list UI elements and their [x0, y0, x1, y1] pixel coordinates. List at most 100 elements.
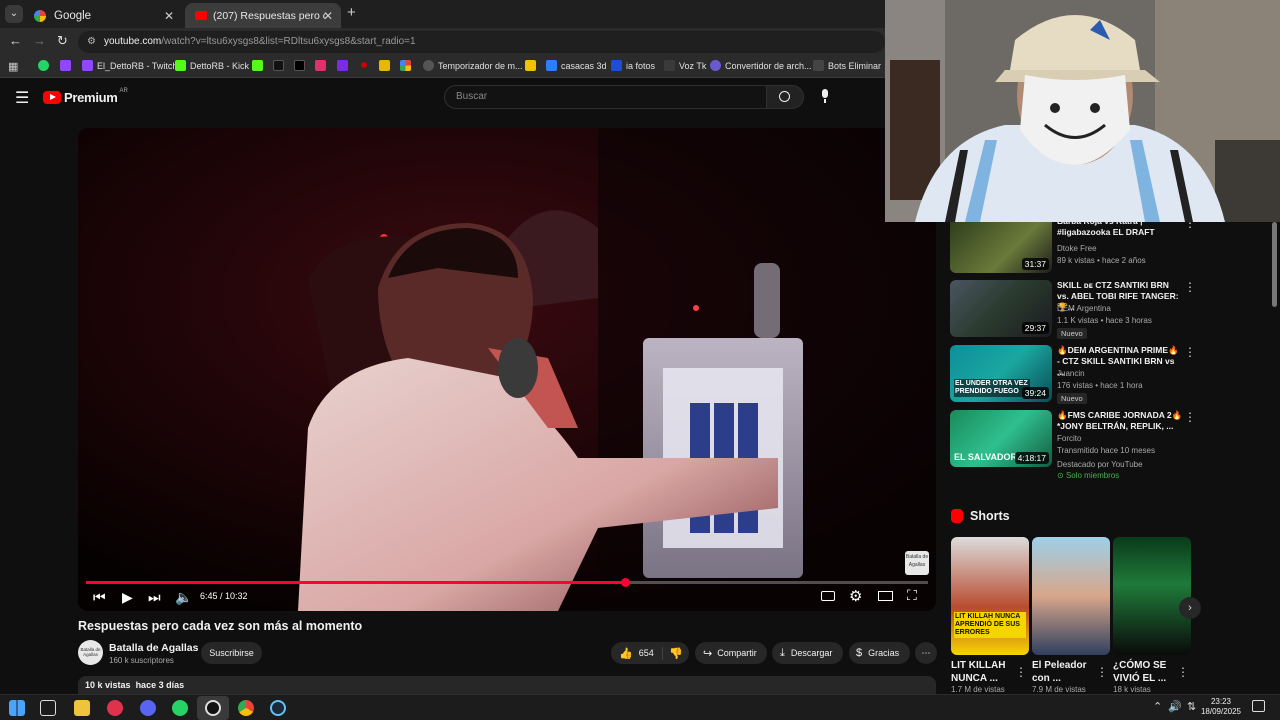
new-tab-button[interactable]: +: [347, 4, 356, 21]
subscribe-button[interactable]: Suscribirse: [201, 642, 262, 664]
clock-time: 23:23: [1210, 697, 1232, 706]
discord-icon[interactable]: [140, 700, 156, 716]
close-icon[interactable]: ✕: [164, 9, 174, 23]
channel-name[interactable]: Batalla de Agallas: [109, 642, 198, 654]
recommendation-item[interactable]: 29:37 SKILL ᴅᴇ CTZ SANTIKI BRN vs. ABEL …: [950, 280, 1200, 342]
more-options-icon[interactable]: ⋮: [1184, 280, 1196, 294]
x-bookmark-icon[interactable]: [294, 60, 305, 71]
volume-icon[interactable]: 🔈: [175, 589, 192, 606]
task-view-icon[interactable]: [40, 700, 56, 716]
channel-avatar[interactable]: Batalla de Agallas: [78, 640, 103, 665]
whatsapp-icon[interactable]: [172, 700, 188, 716]
description-box[interactable]: 10 k vistas hace 3 días: [78, 676, 936, 694]
like-dislike-group: 👍 654 👎: [611, 642, 689, 664]
short-item[interactable]: ¿CÓMO SE VIVIÓ EL ... ⋮ 18 k vistas: [1113, 537, 1191, 693]
search-button[interactable]: [766, 85, 804, 109]
network-icon[interactable]: ⇅: [1187, 700, 1196, 713]
app-icon[interactable]: [107, 700, 123, 716]
fullscreen-icon[interactable]: ⛶: [907, 587, 917, 604]
search-icon: [779, 91, 790, 102]
file-explorer-icon[interactable]: [74, 700, 90, 716]
tiktok-bookmark-icon[interactable]: [273, 60, 284, 71]
progress-fill: [86, 581, 625, 584]
progress-scrubber[interactable]: [620, 578, 630, 587]
recommendation-item[interactable]: EL SALVADOR 4:18:17 🔥FMS CARIBE JORNADA …: [950, 410, 1200, 482]
bookmark-convertidor[interactable]: Convertidor de arch...: [710, 60, 812, 71]
close-icon[interactable]: ✕: [323, 9, 333, 23]
bookmark-voz-tk[interactable]: Voz Tk: [664, 60, 706, 71]
more-options-icon[interactable]: ⋮: [1015, 665, 1027, 679]
bookmark-twitch[interactable]: El_DettoRB - Twitch: [82, 60, 177, 71]
photos-bookmark-icon[interactable]: [400, 60, 411, 71]
next-arrow-icon[interactable]: ›: [1179, 597, 1201, 619]
site-info-icon[interactable]: ⚙: [87, 31, 96, 53]
settings-icon[interactable]: ⚙: [849, 587, 862, 605]
download-icon: ⤓: [780, 646, 785, 659]
bookmark-kick[interactable]: DettoRB - Kick: [175, 60, 249, 71]
steam-icon[interactable]: [270, 700, 286, 716]
instagram-bookmark-icon[interactable]: [315, 60, 326, 71]
youtube-logo[interactable]: Premium AR: [43, 88, 128, 105]
more-options-icon[interactable]: ⋮: [1096, 665, 1108, 679]
recommendation-channel: Dtoke Free: [1057, 244, 1097, 253]
dot-icon: [361, 62, 367, 68]
progress-bar[interactable]: [86, 578, 928, 587]
forward-icon[interactable]: →: [33, 33, 46, 48]
microphone-icon[interactable]: [819, 89, 831, 103]
short-meta: 1.7 M de vistas: [951, 685, 1005, 693]
recommendation-item[interactable]: EL UNDER OTRA VEZ PRENDIDO FUEGO 39:24 🔥…: [950, 345, 1200, 407]
previous-icon[interactable]: ⏮: [93, 589, 106, 606]
puzzle-bookmark-icon[interactable]: [379, 60, 390, 71]
sidebar-scrollbar[interactable]: [1272, 222, 1277, 307]
theater-mode-icon[interactable]: [878, 591, 893, 601]
tab-list-button[interactable]: ⌄: [5, 5, 23, 23]
like-button[interactable]: 👍 654: [611, 646, 663, 660]
windows-start-icon[interactable]: [9, 700, 25, 716]
channel-watermark[interactable]: Batalla de Agallas: [905, 551, 929, 575]
thumbnail-text: EL UNDER OTRA VEZ PRENDIDO FUEGO: [954, 379, 1030, 397]
bookmark-note[interactable]: [525, 60, 536, 71]
chrome-icon[interactable]: [238, 700, 254, 716]
recommendation-item[interactable]: 31:37 Barba Roja vs Katra | #ligabazooka…: [950, 216, 1200, 278]
reload-icon[interactable]: ↻: [57, 33, 68, 49]
bookmark-casacas[interactable]: casacas 3d: [546, 60, 607, 71]
bookmark-ia-fotos[interactable]: ia fotos: [611, 60, 655, 71]
apps-icon[interactable]: ▦: [8, 60, 18, 73]
next-icon[interactable]: ⏭: [148, 589, 161, 606]
more-options-icon[interactable]: ⋮: [1184, 410, 1196, 424]
more-options-icon[interactable]: ⋮: [1184, 345, 1196, 359]
short-item[interactable]: El Peleador con ... ⋮ 7.9 M de vistas: [1032, 537, 1110, 693]
search-input[interactable]: Buscar: [444, 85, 767, 109]
search-placeholder: Buscar: [456, 91, 488, 102]
bookmark-bots[interactable]: Bots Eliminar: [813, 60, 881, 71]
kick-bookmark-icon[interactable]: [252, 60, 263, 71]
more-options-icon[interactable]: ⋮: [1177, 665, 1189, 679]
more-actions-button[interactable]: ⋯: [915, 642, 937, 664]
back-icon[interactable]: ←: [9, 33, 22, 48]
canva-bookmark-icon[interactable]: [337, 60, 348, 71]
subtitles-icon[interactable]: [821, 591, 835, 601]
red-bookmark-icon[interactable]: [359, 60, 369, 70]
video-player[interactable]: Batalla de Agallas ⏮ ▶ ⏭ 🔈 6:45 / 10:32 …: [78, 128, 936, 611]
recommendation-meta: Transmitido hace 10 meses: [1057, 446, 1155, 455]
thanks-button[interactable]: $ Gracias: [849, 642, 910, 664]
clock[interactable]: 23:23 18/09/2025: [1200, 697, 1242, 717]
url-field[interactable]: ⚙ youtube.com/watch?v=ltsu6xysgs8&list=R…: [78, 31, 885, 53]
whatsapp-bookmark[interactable]: [38, 60, 49, 71]
volume-tray-icon[interactable]: 🔊: [1168, 700, 1182, 713]
short-item[interactable]: LIT KILLAH NUNCA APRENDIÓ DE SUS ERRORES…: [951, 537, 1029, 693]
tray-chevron-icon[interactable]: ⌃: [1153, 700, 1162, 713]
twitch-bookmark-icon[interactable]: [60, 60, 71, 71]
download-button[interactable]: ⤓ Descargar: [772, 642, 843, 664]
thanks-icon: $: [856, 647, 863, 659]
instagram-icon: [315, 60, 326, 71]
menu-icon[interactable]: ☰: [15, 88, 29, 108]
bookmark-temporizador[interactable]: Temporizador de m...: [423, 60, 523, 71]
play-icon[interactable]: ▶: [122, 589, 133, 606]
dislike-button[interactable]: 👎: [663, 647, 683, 660]
obs-icon[interactable]: [197, 696, 229, 720]
notifications-icon[interactable]: [1252, 700, 1265, 712]
tab-youtube[interactable]: (207) Respuestas pero cada vez ✕: [185, 3, 341, 28]
share-button[interactable]: ↪ Compartir: [695, 642, 767, 664]
tab-google[interactable]: Google ✕: [24, 3, 182, 28]
